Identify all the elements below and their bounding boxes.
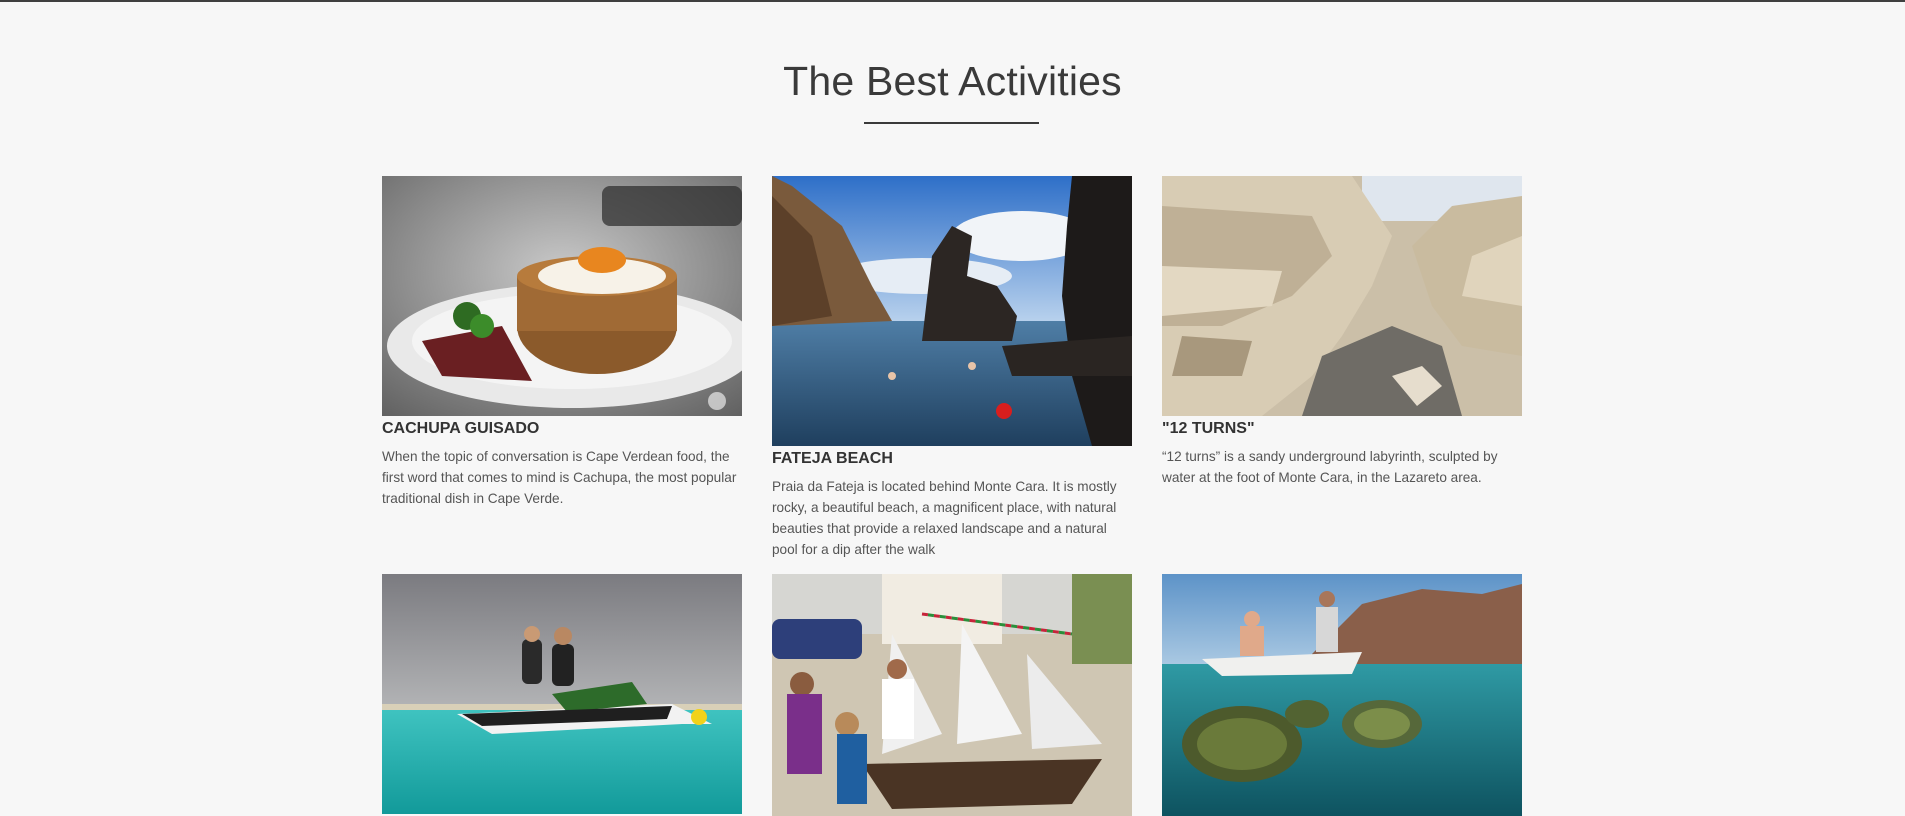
activity-image-fateja-beach[interactable] <box>772 176 1132 446</box>
section-title: The Best Activities <box>783 58 1122 104</box>
activity-title[interactable]: "12 TURNS" <box>1162 418 1522 440</box>
activity-card-jet-ski[interactable] <box>382 574 742 814</box>
top-border <box>0 0 1905 2</box>
activity-image-jet-ski[interactable] <box>382 574 742 814</box>
activity-card-festival[interactable] <box>772 574 1132 816</box>
title-underline <box>864 122 1039 124</box>
activity-title[interactable]: CACHUPA GUISADO <box>382 418 742 440</box>
activity-image-12-turns[interactable] <box>1162 176 1522 416</box>
activity-description: Praia da Fateja is located behind Monte … <box>772 479 1117 557</box>
activity-card-turtles[interactable] <box>1162 574 1522 816</box>
activity-description: When the topic of conversation is Cape V… <box>382 449 737 506</box>
activity-image-festival[interactable] <box>772 574 1132 816</box>
activity-card-cachupa[interactable]: CACHUPA GUISADO When the topic of conver… <box>382 176 742 509</box>
activity-card-12-turns[interactable]: "12 TURNS" “12 turns” is a sandy undergr… <box>1162 176 1522 488</box>
activity-title[interactable]: FATEJA BEACH <box>772 448 1132 470</box>
activity-image-turtles[interactable] <box>1162 574 1522 816</box>
activity-description: “12 turns” is a sandy underground labyri… <box>1162 449 1498 485</box>
activity-image-cachupa[interactable] <box>382 176 742 416</box>
activity-card-fateja-beach[interactable]: FATEJA BEACH Praia da Fateja is located … <box>772 176 1132 560</box>
